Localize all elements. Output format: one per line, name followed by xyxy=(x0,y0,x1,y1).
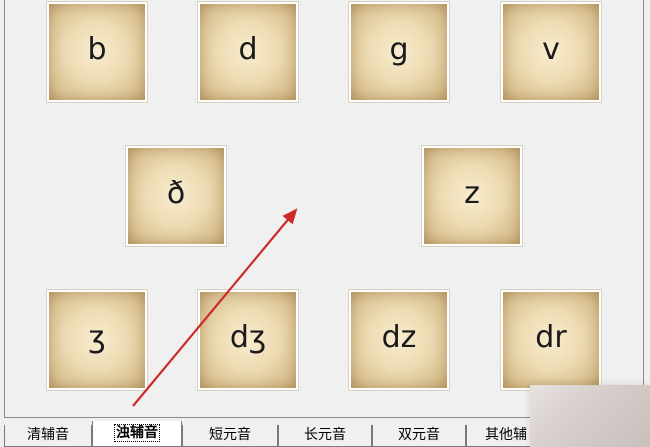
phoneme-card-d[interactable]: d xyxy=(198,2,298,102)
phoneme-card-v[interactable]: v xyxy=(501,2,601,102)
phoneme-label: b xyxy=(87,32,107,67)
phoneme-label: ð xyxy=(166,176,186,211)
tab-short-vowels[interactable]: 短元音 xyxy=(182,425,278,447)
phoneme-card-eth[interactable]: ð xyxy=(126,146,226,246)
phoneme-label: z xyxy=(464,176,480,211)
phoneme-card-dr[interactable]: dr xyxy=(501,290,601,390)
phoneme-card-z[interactable]: z xyxy=(422,146,522,246)
phoneme-label: ʒ xyxy=(88,320,106,355)
phoneme-label: v xyxy=(542,32,560,67)
phoneme-label: dr xyxy=(535,320,567,355)
phoneme-card-b[interactable]: b xyxy=(47,2,147,102)
phoneme-card-dezh[interactable]: dʒ xyxy=(198,290,298,390)
tab-label: 双元音 xyxy=(398,427,440,443)
phoneme-card-dz[interactable]: dz xyxy=(349,290,449,390)
phoneme-label: dz xyxy=(381,320,417,355)
tab-long-vowels[interactable]: 长元音 xyxy=(278,425,372,447)
phoneme-label: d xyxy=(238,32,258,67)
phoneme-card-ezh[interactable]: ʒ xyxy=(47,290,147,390)
phoneme-label: dʒ xyxy=(229,320,267,355)
tab-label: 短元音 xyxy=(209,427,251,443)
corner-overlay xyxy=(530,385,650,447)
tab-voiceless-consonants[interactable]: 清辅音 xyxy=(4,425,92,447)
phoneme-card-g[interactable]: g xyxy=(349,2,449,102)
phoneme-label: g xyxy=(389,32,409,67)
tab-label: 浊辅音 xyxy=(114,424,160,442)
tab-label: 长元音 xyxy=(304,427,346,443)
tab-label: 清辅音 xyxy=(27,427,69,443)
tab-voiced-consonants[interactable]: 浊辅音 xyxy=(92,421,182,447)
tab-label: 其他辅 xyxy=(485,427,527,443)
tab-diphthongs[interactable]: 双元音 xyxy=(372,425,466,447)
